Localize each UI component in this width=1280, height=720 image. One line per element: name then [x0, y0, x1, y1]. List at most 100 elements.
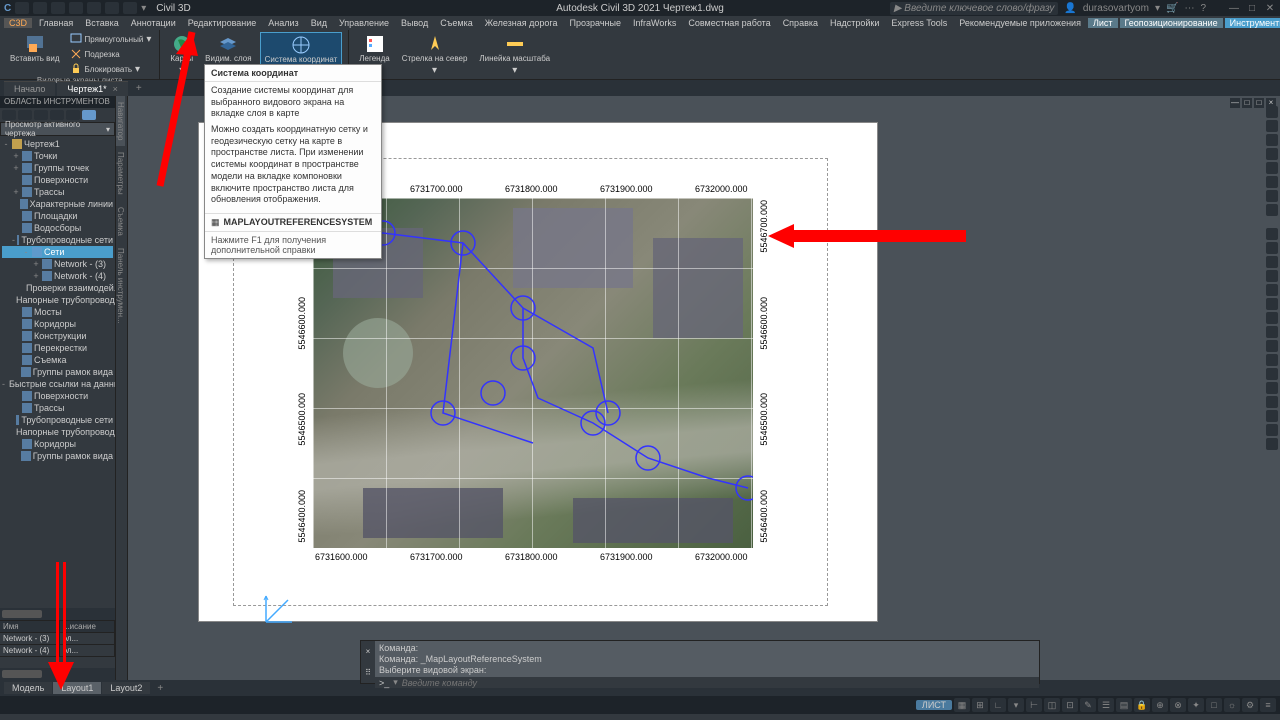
clip-button[interactable]: Подрезка	[68, 47, 154, 61]
tree-item[interactable]: Трубопроводные сети	[2, 414, 113, 426]
tree-item[interactable]: Группы рамок вида	[2, 366, 113, 378]
menu-Совместная работа[interactable]: Совместная работа	[683, 18, 775, 28]
menu-Надстройки[interactable]: Надстройки	[825, 18, 884, 28]
menu-Express Tools[interactable]: Express Tools	[886, 18, 952, 28]
user-name[interactable]: durasovartyom	[1083, 3, 1149, 14]
rectangular-button[interactable]: Прямоугольный ▾	[68, 32, 154, 46]
drag-icon[interactable]: ⠿	[365, 668, 371, 677]
tree-item[interactable]: Водосборы	[2, 222, 113, 234]
scale-bar-button[interactable]: Линейка масштаба ▾	[475, 32, 554, 78]
tree-item[interactable]: Площадки	[2, 210, 113, 222]
tree-item[interactable]: Поверхности	[2, 174, 113, 186]
quick-access-toolbar[interactable]: C ▾ Civil 3D	[4, 2, 191, 14]
axis-y-label: 5546400.000	[297, 490, 307, 543]
tree-item[interactable]: Трассы	[2, 402, 113, 414]
user-icon[interactable]: 👤	[1064, 3, 1076, 14]
menu-Инструменты компоновки[interactable]: Инструменты компоновки	[1225, 18, 1280, 28]
palette-tab-3[interactable]: Панель инструмен...	[116, 242, 125, 330]
file-tab-start[interactable]: Начало	[4, 81, 55, 96]
annotation-arrow-2	[768, 222, 968, 250]
maximize-button[interactable]: □	[1246, 2, 1258, 14]
print-icon[interactable]	[123, 2, 137, 14]
menu-C3D[interactable]: C3D	[4, 18, 32, 28]
palette-tab-1[interactable]: Параметры	[116, 146, 125, 201]
tree-item[interactable]: Проверки взаимодей...	[2, 282, 113, 294]
lock-button[interactable]: Блокировать ▾	[68, 62, 154, 76]
menu-Управление[interactable]: Управление	[334, 18, 394, 28]
tree-item[interactable]: Перекрестки	[2, 342, 113, 354]
fav-icon[interactable]: ⋯	[1184, 3, 1194, 14]
layer-visibility-button[interactable]: Видим. слоя	[201, 32, 255, 66]
file-tab-drawing1[interactable]: Чертеж1*×	[57, 81, 128, 96]
close-icon[interactable]: ×	[366, 647, 371, 656]
tree-item[interactable]: Поверхности	[2, 390, 113, 402]
saveas-icon[interactable]	[69, 2, 83, 14]
tree-item[interactable]: Группы рамок вида	[2, 450, 113, 462]
command-window[interactable]: ×⠿ Команда:Команда: _MapLayoutReferenceS…	[360, 640, 1040, 684]
menu-Железная дорога[interactable]: Железная дорога	[480, 18, 563, 28]
menu-Съемка[interactable]: Съемка	[435, 18, 477, 28]
new-layout-button[interactable]: +	[151, 683, 169, 694]
status-grid-icon[interactable]: ▦	[954, 698, 970, 712]
menu-Анализ[interactable]: Анализ	[263, 18, 303, 28]
menu-Главная[interactable]: Главная	[34, 18, 78, 28]
tree-item[interactable]: +Группы точек	[2, 162, 113, 174]
right-toolbar[interactable]	[1264, 104, 1280, 452]
axis-y-label: 5546500.000	[759, 393, 769, 446]
tree-item[interactable]: -Трубопроводные сети	[2, 234, 113, 246]
palette-tab-2[interactable]: Съемка	[116, 201, 125, 242]
menu-Прозрачные[interactable]: Прозрачные	[565, 18, 626, 28]
layout-tab-layout2[interactable]: Layout2	[102, 682, 150, 694]
tree-item[interactable]: -Чертеж1	[2, 138, 113, 150]
help-icon[interactable]: ?	[1200, 3, 1206, 14]
menu-Справка[interactable]: Справка	[778, 18, 823, 28]
menu-Геопозиционирование[interactable]: Геопозиционирование	[1120, 18, 1223, 28]
north-arrow-button[interactable]: Стрелка на север ▾	[398, 32, 472, 78]
tree-item[interactable]: Коридоры	[2, 318, 113, 330]
tree-item[interactable]: Мосты	[2, 306, 113, 318]
prospector-tree[interactable]: -Чертеж1+Точки+Группы точекПоверхности+Т…	[0, 136, 115, 608]
minimize-button[interactable]: —	[1228, 2, 1240, 14]
search-input[interactable]: ▶ Введите ключевое слово/фразу	[890, 2, 1059, 15]
tree-item[interactable]: Конструкции	[2, 330, 113, 342]
tree-item[interactable]: -Сети	[2, 246, 113, 258]
tree-item[interactable]: Напорные трубопровод...	[2, 426, 113, 438]
close-button[interactable]: ✕	[1264, 2, 1276, 14]
palette-tabs[interactable]: НавигаторПараметрыСъемкаПанель инструмен…	[116, 96, 128, 680]
palette-tab-0[interactable]: Навигатор	[116, 96, 125, 146]
tree-item[interactable]: Коридоры	[2, 438, 113, 450]
menu-Лист[interactable]: Лист	[1088, 18, 1118, 28]
tree-item[interactable]: +Network - (4)	[2, 270, 113, 282]
layout-tab-model[interactable]: Модель	[4, 682, 52, 694]
save-icon[interactable]	[51, 2, 65, 14]
menu-InfraWorks[interactable]: InfraWorks	[628, 18, 681, 28]
new-tab-button[interactable]: +	[130, 81, 148, 96]
new-icon[interactable]	[15, 2, 29, 14]
tree-item[interactable]: Характерные линии	[2, 198, 113, 210]
tree-item[interactable]: Напорные трубопровод...	[2, 294, 113, 306]
undo-icon[interactable]	[87, 2, 101, 14]
tree-item[interactable]: +Трассы	[2, 186, 113, 198]
open-icon[interactable]	[33, 2, 47, 14]
menu-Вставка[interactable]: Вставка	[80, 18, 123, 28]
toolspace-selector[interactable]: Просмотр активного чертежа▾	[0, 122, 115, 136]
command-input[interactable]	[402, 678, 1035, 688]
tree-item[interactable]: Съемка	[2, 354, 113, 366]
tree-item[interactable]: +Точки	[2, 150, 113, 162]
axis-x-label: 6732000.000	[695, 552, 748, 562]
menu-Вид[interactable]: Вид	[306, 18, 332, 28]
tree-item[interactable]: -Быстрые ссылки на данные []	[2, 378, 113, 390]
tree-item[interactable]: +Network - (3)	[2, 258, 113, 270]
axis-x-label: 6731900.000	[600, 552, 653, 562]
tooltip-para2: Можно создать координатную сетку и геоде…	[211, 124, 375, 206]
cart-icon[interactable]: 🛒	[1166, 3, 1178, 14]
status-space-label[interactable]: ЛИСТ	[916, 700, 952, 710]
insert-view-button[interactable]: Вставить вид	[6, 32, 64, 66]
status-bar[interactable]: ЛИСТ ▦ ⊞∟▾ ⊢◫⊡ ✎☰▤ 🔒⊕⊗ ✦□☼ ⚙≡	[0, 696, 1280, 714]
coord-system-button[interactable]: Система координат	[260, 32, 343, 68]
close-icon[interactable]: ×	[113, 84, 118, 94]
axis-x-label: 6731700.000	[410, 552, 463, 562]
menu-Рекомендуемые приложения[interactable]: Рекомендуемые приложения	[954, 18, 1086, 28]
menu-Вывод[interactable]: Вывод	[396, 18, 433, 28]
redo-icon[interactable]	[105, 2, 119, 14]
